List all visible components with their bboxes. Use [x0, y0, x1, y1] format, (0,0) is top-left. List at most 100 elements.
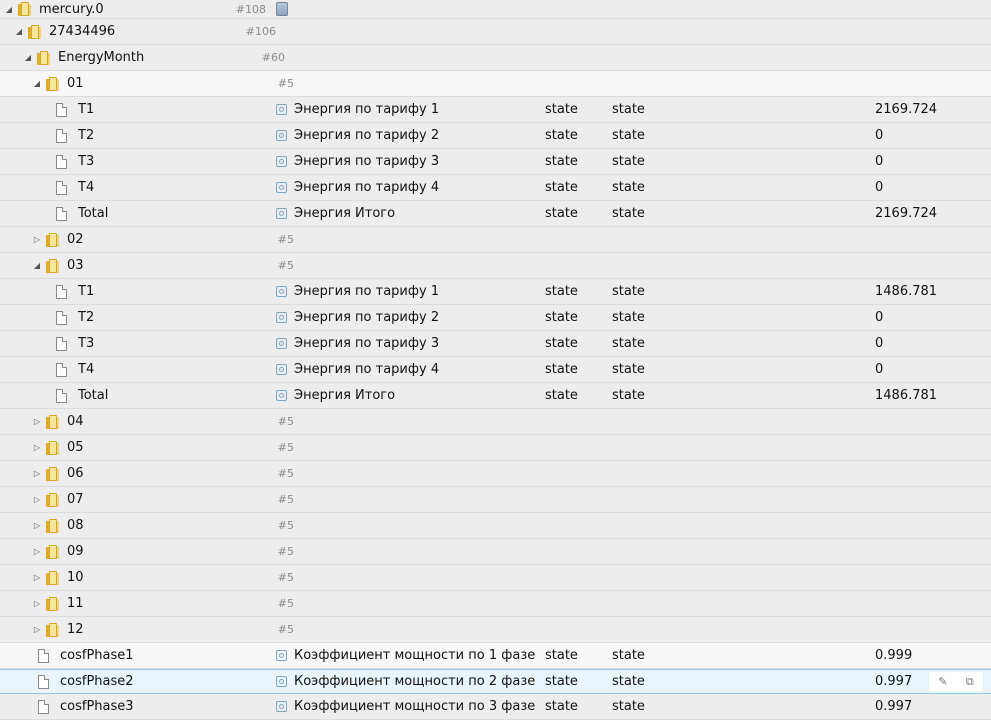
expand-toggle[interactable]: ▷ — [32, 599, 42, 609]
object-name: EnergyMonth — [58, 50, 145, 65]
expand-toggle[interactable]: ▷ — [32, 469, 42, 479]
tree-row-state[interactable]: Total Энергия Итого state state 2169.724 — [0, 201, 991, 227]
object-type: state — [545, 336, 578, 351]
copy-icon[interactable]: ⧉ — [966, 675, 974, 689]
tree-row-state[interactable]: T2 Энергия по тарифу 2 state state 0 — [0, 123, 991, 149]
tree-row-energymonth[interactable]: ◢ EnergyMonth #60 — [0, 45, 991, 71]
object-name: cosfPhase3 — [60, 699, 134, 714]
tree-row-month-03[interactable]: ◢ 03 #5 — [0, 253, 991, 279]
file-icon — [38, 648, 49, 663]
tree-row-month-01[interactable]: ◢ 01 #5 — [0, 71, 991, 97]
object-tree: ◢ mercury.0 #108 ◢ 27434496 #106 ◢ EnergyMont… — [0, 0, 991, 720]
tree-row-month-09[interactable]: ▷ 09 #5 — [0, 539, 991, 565]
object-name: 04 — [67, 414, 84, 429]
file-icon — [38, 674, 49, 689]
child-count: #5 — [277, 259, 294, 272]
file-icon — [56, 154, 67, 169]
object-value[interactable]: 0.997 — [870, 694, 991, 719]
child-count: #60 — [261, 51, 285, 64]
object-value[interactable]: 0 — [870, 357, 991, 382]
child-count: #5 — [277, 493, 294, 506]
object-description: Энергия по тарифу 2 — [294, 310, 440, 325]
object-value[interactable]: 1486.781 — [870, 383, 991, 408]
file-icon — [56, 362, 67, 377]
folder-icon — [18, 2, 31, 16]
child-count: #106 — [245, 25, 276, 38]
tree-row-month-11[interactable]: ▷ 11 #5 — [0, 591, 991, 617]
expand-toggle[interactable]: ▷ — [32, 521, 42, 531]
object-name: 10 — [67, 570, 84, 585]
object-description: Энергия Итого — [294, 388, 396, 403]
object-name: cosfPhase2 — [60, 674, 134, 689]
file-icon — [56, 180, 67, 195]
object-value[interactable]: 1486.781 — [870, 279, 991, 304]
state-icon — [276, 676, 287, 687]
tree-row-month-04[interactable]: ▷ 04 #5 — [0, 409, 991, 435]
tree-row-device[interactable]: ◢ 27434496 #106 — [0, 19, 991, 45]
object-name: 27434496 — [49, 24, 116, 39]
child-count: #5 — [277, 571, 294, 584]
object-value[interactable]: 0 — [870, 331, 991, 356]
tree-row-month-10[interactable]: ▷ 10 #5 — [0, 565, 991, 591]
object-role: state — [612, 336, 645, 351]
folder-icon — [46, 518, 59, 533]
tree-row-state[interactable]: T4 Энергия по тарифу 4 state state 0 — [0, 357, 991, 383]
expand-toggle[interactable]: ▷ — [32, 573, 42, 583]
object-value[interactable]: 0 — [870, 123, 991, 148]
tree-row-state[interactable]: Total Энергия Итого state state 1486.781 — [0, 383, 991, 409]
tree-row-cosfphase1[interactable]: cosfPhase1 Коэффициент мощности по 1 фаз… — [0, 643, 991, 669]
object-value[interactable]: 2169.724 — [870, 201, 991, 226]
object-type: state — [545, 362, 578, 377]
object-value[interactable]: 0 — [870, 149, 991, 174]
expand-toggle[interactable]: ◢ — [4, 4, 14, 14]
tree-row-cosfphase3[interactable]: cosfPhase3 Коэффициент мощности по 3 фаз… — [0, 694, 991, 720]
object-value[interactable]: 0 — [870, 175, 991, 200]
expand-toggle[interactable]: ◢ — [32, 79, 42, 89]
expand-toggle[interactable]: ◢ — [14, 27, 24, 37]
expand-toggle[interactable]: ▷ — [32, 495, 42, 505]
object-role: state — [612, 180, 645, 195]
pencil-icon[interactable]: ✎ — [938, 675, 947, 688]
tree-row-state[interactable]: T1 Энергия по тарифу 1 state state 1486.… — [0, 279, 991, 305]
expand-toggle[interactable]: ◢ — [32, 261, 42, 271]
expand-toggle[interactable]: ◢ — [23, 53, 33, 63]
expand-toggle[interactable]: ▷ — [32, 625, 42, 635]
object-description: Энергия по тарифу 4 — [294, 180, 440, 195]
object-name: T4 — [78, 362, 95, 377]
tree-row-cosfphase2[interactable]: cosfPhase2 Коэффициент мощности по 2 фаз… — [0, 669, 991, 694]
tree-row-month-06[interactable]: ▷ 06 #5 — [0, 461, 991, 487]
object-value[interactable]: 0 — [870, 305, 991, 330]
tree-row-month-12[interactable]: ▷ 12 #5 — [0, 617, 991, 643]
tree-row-month-07[interactable]: ▷ 07 #5 — [0, 487, 991, 513]
child-count: #5 — [277, 597, 294, 610]
child-count: #5 — [277, 467, 294, 480]
object-name: Total — [78, 388, 109, 403]
tree-row-state[interactable]: T1 Энергия по тарифу 1 state state 2169.… — [0, 97, 991, 123]
expand-toggle[interactable]: ▷ — [32, 235, 42, 245]
tree-row-state[interactable]: T2 Энергия по тарифу 2 state state 0 — [0, 305, 991, 331]
tree-row-month-05[interactable]: ▷ 05 #5 — [0, 435, 991, 461]
folder-icon — [46, 492, 59, 507]
expand-toggle[interactable]: ▷ — [32, 417, 42, 427]
object-type: state — [545, 128, 578, 143]
tree-row-month-08[interactable]: ▷ 08 #5 — [0, 513, 991, 539]
tree-row-mercury[interactable]: ◢ mercury.0 #108 — [0, 0, 991, 19]
object-role: state — [612, 310, 645, 325]
expand-toggle[interactable]: ▷ — [32, 443, 42, 453]
object-value[interactable]: 2169.724 — [870, 97, 991, 122]
object-description: Коэффициент мощности по 3 фазе — [294, 699, 536, 714]
child-count: #5 — [277, 233, 294, 246]
child-count: #5 — [277, 77, 294, 90]
folder-icon — [46, 544, 59, 559]
tree-row-state[interactable]: T4 Энергия по тарифу 4 state state 0 — [0, 175, 991, 201]
tree-row-state[interactable]: T3 Энергия по тарифу 3 state state 0 — [0, 149, 991, 175]
expand-toggle[interactable]: ▷ — [32, 547, 42, 557]
file-icon — [56, 388, 67, 403]
object-name: T3 — [78, 154, 95, 169]
folder-icon — [46, 414, 59, 429]
object-name: T2 — [78, 128, 95, 143]
tree-row-state[interactable]: T3 Энергия по тарифу 3 state state 0 — [0, 331, 991, 357]
tree-row-month-02[interactable]: ▷ 02 #5 — [0, 227, 991, 253]
object-value[interactable]: 0.999 — [870, 643, 991, 668]
object-name: 03 — [67, 258, 84, 273]
